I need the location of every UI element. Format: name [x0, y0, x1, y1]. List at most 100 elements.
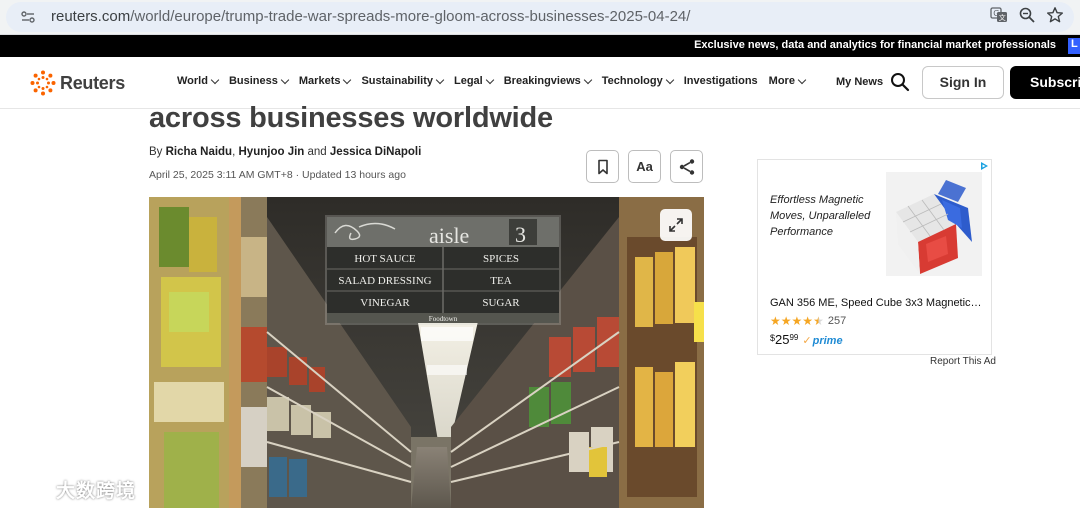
- chevron-down-icon: [280, 75, 290, 84]
- sign-label: SUGAR: [482, 297, 520, 309]
- sidebar-ad[interactable]: Effortless Magnetic Moves, Unparalleled …: [757, 159, 992, 355]
- sign-label: SPICES: [483, 253, 519, 265]
- nav-label: Business: [228, 75, 278, 87]
- nav-label: Breakingviews: [503, 75, 581, 87]
- site-info-icon[interactable]: [20, 9, 36, 25]
- chevron-down-icon: [665, 75, 674, 84]
- bookmark-icon: [597, 159, 608, 174]
- promo-text[interactable]: Exclusive news, data and analytics for f…: [694, 39, 1056, 51]
- address-bar[interactable]: reuters.com/world/europe/trump-trade-war…: [6, 2, 1074, 32]
- translate-icon[interactable]: G 文: [990, 6, 1008, 24]
- watermark-text: 大数跨境: [56, 481, 137, 502]
- reuters-logo[interactable]: Reuters: [30, 69, 125, 97]
- save-article-button[interactable]: [586, 150, 619, 183]
- bookmark-star-icon[interactable]: [1046, 6, 1064, 24]
- nav-item-more[interactable]: More: [768, 75, 807, 87]
- chevron-down-icon: [797, 75, 807, 84]
- byline-and: and: [307, 146, 327, 158]
- url-text[interactable]: reuters.com/world/europe/trump-trade-war…: [51, 8, 690, 25]
- grocery-aisle-image: aisle 3 HOT SAUCE SPICES SALAD DRESSING …: [149, 197, 704, 508]
- promo-strip: Exclusive news, data and analytics for f…: [0, 35, 1080, 57]
- article-photo[interactable]: aisle 3 HOT SAUCE SPICES SALAD DRESSING …: [149, 197, 704, 508]
- sign-label: VINEGAR: [360, 297, 410, 309]
- expand-photo-button[interactable]: [660, 209, 692, 241]
- nav-item-legal[interactable]: Legal: [454, 75, 494, 87]
- share-button[interactable]: [670, 150, 703, 183]
- sign-in-button[interactable]: Sign In: [922, 66, 1004, 99]
- text-size-label: Aa: [636, 159, 653, 174]
- ad-rating: ★ ★ ★ ★ ★ 257: [770, 315, 846, 327]
- byline-separator: ,: [232, 146, 236, 158]
- nav-item-breakingviews[interactable]: Breakingviews: [503, 75, 593, 87]
- updated-time: Updated 13 hours ago: [302, 169, 406, 181]
- rating-count: 257: [827, 315, 847, 327]
- svg-text:文: 文: [999, 13, 1006, 22]
- star-icon: ★: [770, 314, 781, 328]
- nav-item-investigations[interactable]: Investigations: [684, 75, 758, 87]
- watermark: 大数跨境: [8, 476, 136, 503]
- aisle-word: aisle: [429, 223, 469, 248]
- nav-label: More: [768, 75, 795, 87]
- nav-item-markets[interactable]: Markets: [298, 75, 352, 87]
- nav-item-world[interactable]: World: [177, 75, 220, 87]
- prime-badge: ✓prime: [802, 334, 842, 347]
- nav-label: Legal: [454, 75, 483, 87]
- logo-text: Reuters: [60, 72, 125, 93]
- text-size-button[interactable]: Aa: [628, 150, 661, 183]
- byline-prefix: By: [149, 146, 163, 158]
- ad-price: $25 99 ✓prime: [770, 332, 843, 347]
- author-link[interactable]: Jessica DiNapoli: [330, 146, 421, 158]
- star-icon: ★: [780, 314, 792, 328]
- ad-product-title[interactable]: GAN 356 ME, Speed Cube 3x3 Magnetic…: [770, 297, 984, 309]
- promo-badge[interactable]: L: [1068, 38, 1080, 54]
- share-icon: [679, 158, 694, 175]
- nav-menu: World Business Markets Sustainability Le…: [177, 75, 816, 87]
- prime-check-icon: ✓: [802, 335, 812, 347]
- chevron-down-icon: [210, 75, 220, 84]
- price-whole: 25: [775, 332, 790, 347]
- nav-label: World: [177, 75, 208, 87]
- reuters-logo-icon: [30, 70, 56, 96]
- nav-label: Markets: [298, 75, 341, 87]
- ad-product-image[interactable]: [886, 172, 982, 276]
- ad-tagline: Effortless Magnetic Moves, Unparalleled …: [770, 194, 871, 238]
- half-star-icon: ★: [813, 314, 824, 328]
- nav-label: Sustainability: [361, 75, 433, 87]
- expand-icon: [669, 218, 683, 232]
- author-link[interactable]: Hyunjoo Jin: [239, 146, 305, 158]
- chevron-down-icon: [485, 75, 494, 84]
- sign-label: SALAD DRESSING: [338, 275, 431, 287]
- watermark-logo-icon: [10, 480, 49, 498]
- star-icon: ★: [802, 314, 814, 328]
- price-cents: 99: [789, 333, 799, 342]
- author-link[interactable]: Richa Naidu: [166, 146, 232, 158]
- aisle-number: 3: [515, 222, 526, 247]
- speed-cube-icon: [896, 180, 972, 274]
- nav-item-business[interactable]: Business: [228, 75, 290, 87]
- nav-item-technology[interactable]: Technology: [601, 75, 674, 87]
- zoom-icon[interactable]: [1018, 6, 1036, 24]
- browser-toolbar: reuters.com/world/europe/trump-trade-war…: [0, 0, 1080, 35]
- ad-choices-icon[interactable]: [979, 161, 989, 171]
- url-domain: reuters.com: [51, 8, 131, 25]
- dateline: April 25, 2025 3:11 AM GMT+8 · Updated 1…: [149, 169, 406, 181]
- sign-label: HOT SAUCE: [354, 253, 416, 265]
- nav-label: Investigations: [683, 75, 758, 87]
- store-name: Foodtown: [429, 315, 458, 323]
- search-icon[interactable]: [890, 72, 910, 92]
- subscribe-button[interactable]: Subscribe: [1010, 66, 1080, 99]
- star-icon: ★: [791, 314, 803, 328]
- my-news-link[interactable]: My News: [836, 76, 883, 88]
- chevron-down-icon: [343, 75, 352, 84]
- nav-item-sustainability[interactable]: Sustainability: [361, 75, 445, 87]
- chevron-down-icon: [583, 75, 593, 84]
- publish-date: April 25, 2025 3:11 AM GMT+8: [149, 169, 293, 181]
- prime-label: prime: [812, 335, 843, 347]
- sign-label: TEA: [490, 275, 511, 287]
- nav-label: Technology: [601, 75, 663, 87]
- byline: By Richa Naidu, Hyunjoo Jin and Jessica …: [149, 146, 421, 158]
- report-ad-link[interactable]: Report This Ad: [930, 356, 996, 367]
- article-headline: across businesses worldwide: [149, 102, 553, 134]
- url-path: /world/europe/trump-trade-war-spreads-mo…: [130, 8, 691, 25]
- chevron-down-icon: [435, 75, 445, 84]
